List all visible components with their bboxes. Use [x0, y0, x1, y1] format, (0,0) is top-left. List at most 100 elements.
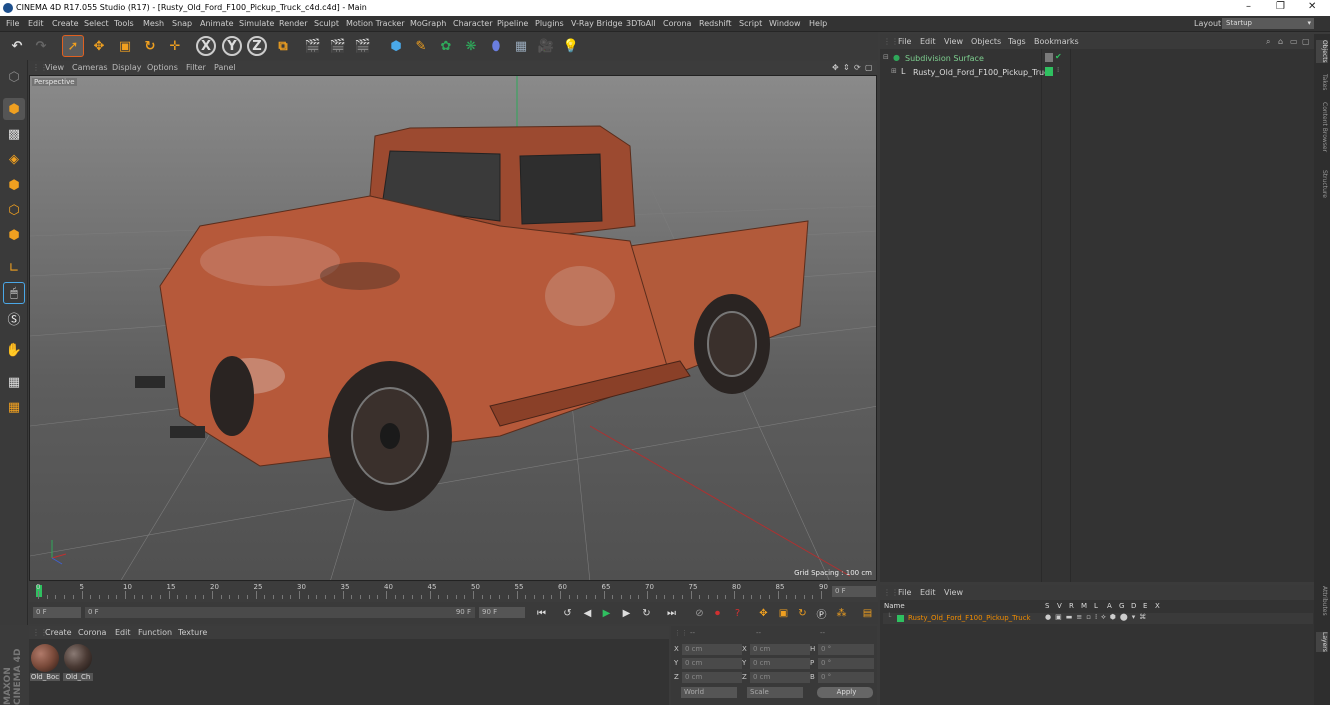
column-g[interactable]: G [1119, 602, 1124, 610]
menu-simulate[interactable]: Simulate [239, 19, 274, 28]
rot-h-field[interactable]: 0 ° [818, 644, 874, 655]
layer-menu-file[interactable]: File [898, 588, 911, 597]
restore-button[interactable]: ❐ [1276, 1, 1285, 12]
texture-mode-button[interactable]: ▩ [3, 123, 25, 145]
edges-mode-button[interactable]: ⬡ [3, 199, 25, 221]
viewport-menu-filter[interactable]: Filter [186, 63, 206, 72]
layer-row[interactable]: └ Rusty_Old_Ford_F100_Pickup_Truck ●▣▬≡▫… [883, 613, 1313, 624]
column-v[interactable]: V [1057, 602, 1062, 610]
dots-icon[interactable]: ⁞ [1057, 66, 1059, 74]
sculpt-button[interactable]: ✋ [3, 339, 25, 361]
next-key-button[interactable]: ↻ [638, 605, 655, 622]
visibility-toggle[interactable] [1045, 53, 1053, 62]
record-rotation-button[interactable]: ↻ [794, 605, 811, 622]
size-y-field[interactable]: 0 cm [750, 658, 810, 669]
pos-z-field[interactable]: 0 cm [682, 672, 742, 683]
go-to-end-button[interactable]: ⏭ [663, 605, 680, 622]
next-frame-button[interactable]: ▶ [618, 605, 635, 622]
rotate-tool-button[interactable]: ↻ [139, 35, 161, 57]
layer-menu-view[interactable]: View [944, 588, 963, 597]
material-menu-edit[interactable]: Edit [115, 628, 131, 637]
maximize-panel-icon[interactable]: ▢ [1302, 37, 1310, 46]
go-to-start-button[interactable]: ⏮ [533, 605, 550, 622]
home-icon[interactable]: ⌂ [1278, 37, 1283, 46]
menu-animate[interactable]: Animate [200, 19, 234, 28]
model-mode-button[interactable]: ⬢ [3, 98, 25, 120]
size-z-field[interactable]: 0 cm [750, 672, 810, 683]
column-r[interactable]: R [1069, 602, 1074, 610]
column-x[interactable]: X [1155, 602, 1160, 610]
menu-motion-tracker[interactable]: Motion Tracker [346, 19, 405, 28]
previous-key-button[interactable]: ↺ [559, 605, 576, 622]
redo-button[interactable]: ↷ [30, 35, 52, 57]
start-frame-field[interactable]: 0 F [33, 607, 81, 618]
workplane-mode-button[interactable]: ◈ [3, 148, 25, 170]
size-x-field[interactable]: 0 cm [750, 644, 810, 655]
viewport-menu-view[interactable]: View [45, 63, 64, 72]
check-icon[interactable]: ✔ [1055, 52, 1062, 61]
object-menu-bookmarks[interactable]: Bookmarks [1034, 37, 1079, 46]
snap-button[interactable]: Ⓢ [3, 307, 25, 329]
menu-select[interactable]: Select [84, 19, 109, 28]
material-menu-function[interactable]: Function [138, 628, 172, 637]
tweak-mode-button[interactable]: 🖱 [3, 282, 25, 304]
move-view-icon[interactable]: ✥ [832, 63, 839, 72]
material-swatch[interactable]: Old_Ch [63, 643, 93, 684]
object-row[interactable]: ⊞ L Rusty_Old_Ford_F100_Pickup_Truck ⁞ [882, 66, 1312, 78]
menu-render[interactable]: Render [279, 19, 307, 28]
object-menu-tags[interactable]: Tags [1008, 37, 1026, 46]
menu-character[interactable]: Character [453, 19, 493, 28]
tab-objects[interactable]: Objects [1316, 40, 1328, 63]
timeline-ruler[interactable]: 0 5 10 15 20 25 30 35 40 45 50 55 60 65 70 75 80 85 90 0 F [29, 582, 878, 602]
object-menu-file[interactable]: File [898, 37, 911, 46]
rot-b-field[interactable]: 0 ° [818, 672, 874, 683]
record-scale-button[interactable]: ▣ [775, 605, 792, 622]
column-d[interactable]: D [1131, 602, 1136, 610]
layer-color-swatch[interactable] [1045, 67, 1053, 76]
menu-pipeline[interactable]: Pipeline [497, 19, 528, 28]
zoom-view-icon[interactable]: ⇕ [843, 63, 850, 72]
column-s[interactable]: S [1045, 602, 1049, 610]
viewport-menu-display[interactable]: Display [112, 63, 142, 72]
column-m[interactable]: M [1081, 602, 1087, 610]
object-menu-edit[interactable]: Edit [920, 37, 936, 46]
x-axis-button[interactable]: X [196, 36, 216, 56]
collapse-icon[interactable]: ▭ [1290, 37, 1298, 46]
column-a[interactable]: A [1107, 602, 1112, 610]
tab-attributes[interactable]: Attributes [1316, 586, 1328, 616]
pos-x-field[interactable]: 0 cm [682, 644, 742, 655]
coordinate-system-button[interactable]: ⧉ [272, 35, 294, 57]
make-editable-button[interactable]: ⬡ [3, 66, 25, 88]
menu-create[interactable]: Create [52, 19, 79, 28]
add-camera-button[interactable]: 🎥 [535, 35, 557, 57]
move-tool-button[interactable]: ✥ [88, 35, 110, 57]
add-light-button[interactable]: 💡 [560, 35, 582, 57]
menu-plugins[interactable]: Plugins [535, 19, 564, 28]
expand-toggle-icon[interactable]: ⊞ [891, 67, 897, 75]
play-button[interactable]: ▶ [598, 605, 615, 622]
timeline-window-button[interactable]: ▤ [859, 605, 876, 622]
column-e[interactable]: E [1143, 602, 1147, 610]
record-pla-button[interactable]: ⁂ [833, 605, 850, 622]
material-menu-texture[interactable]: Texture [178, 628, 207, 637]
tab-content-browser[interactable]: Content Browser [1316, 102, 1328, 152]
rot-p-field[interactable]: 0 ° [818, 658, 874, 669]
material-menu-create[interactable]: Create [45, 628, 72, 637]
rotate-view-icon[interactable]: ⟳ [854, 63, 861, 72]
end-frame-field[interactable]: 90 F [479, 607, 525, 618]
live-selection-button[interactable]: ➚ [62, 35, 84, 57]
recent-tool-button[interactable]: ✛ [164, 35, 186, 57]
material-swatch[interactable]: Old_Boc [30, 643, 60, 684]
pos-y-field[interactable]: 0 cm [682, 658, 742, 669]
previous-frame-button[interactable]: ◀ [579, 605, 596, 622]
3d-viewport[interactable]: Perspective Grid Spacing : 100 cm [29, 75, 877, 581]
layer-flag-icons[interactable]: ●▣▬≡▫⁞⟡⬢⬤▾⌘ [1045, 613, 1150, 622]
menu-script[interactable]: Script [739, 19, 762, 28]
coordinate-space-select[interactable]: World [681, 687, 737, 698]
menu-file[interactable]: File [6, 19, 19, 28]
menu-mesh[interactable]: Mesh [143, 19, 164, 28]
search-icon[interactable]: ⌕ [1266, 37, 1270, 47]
add-cube-button[interactable]: ⬢ [385, 35, 407, 57]
collapse-toggle-icon[interactable]: ⊟ [883, 53, 889, 61]
current-frame-field[interactable]: 0 F [832, 586, 876, 597]
